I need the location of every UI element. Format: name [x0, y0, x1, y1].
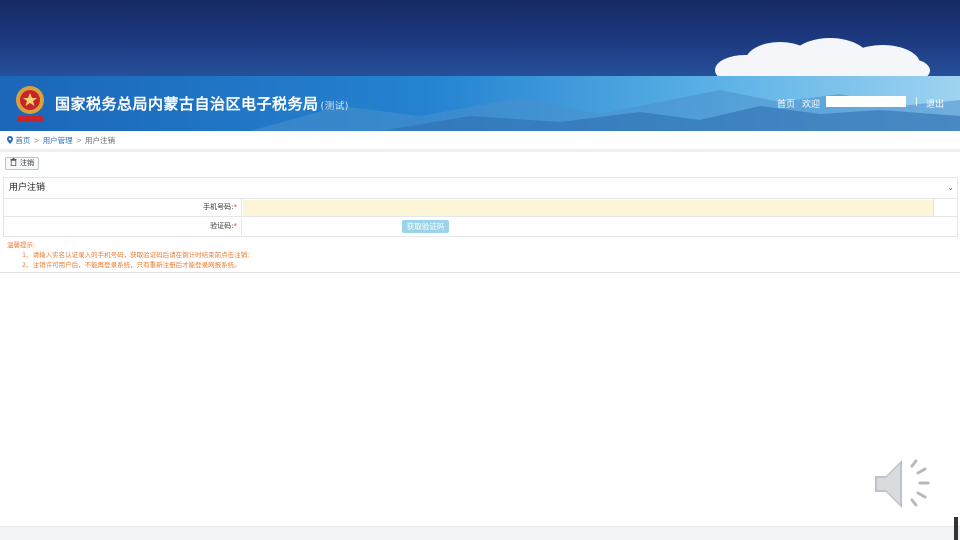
trash-icon: [10, 158, 17, 167]
required-mark: *: [233, 203, 238, 211]
phone-row: 手机号码:*: [4, 199, 957, 217]
cancel-button-label: 注销: [20, 159, 34, 167]
tax-emblem-icon: [16, 86, 44, 122]
breadcrumb-separator: >: [75, 136, 82, 145]
footer-strip: [0, 526, 960, 540]
tips-title: 温馨提示:: [7, 241, 36, 249]
welcome-text: 欢迎: [802, 100, 821, 110]
user-cancel-panel: 用户注销 ⌄ 手机号码:* 验证码:*: [3, 177, 958, 237]
cancel-account-button[interactable]: 注销: [5, 157, 39, 170]
tip-item: 1、请输入实名认证录入的手机号码，获取验证码后请在倒计时结束前点击注销;: [22, 251, 250, 259]
header-separator: |: [915, 97, 919, 107]
get-code-button[interactable]: 获取验证码: [402, 220, 449, 233]
breadcrumb-user-mgmt-link[interactable]: 用户管理: [43, 136, 73, 145]
required-mark: *: [233, 222, 238, 230]
phone-label: 手机号码:*: [4, 199, 242, 216]
phone-input[interactable]: [243, 200, 933, 216]
breadcrumb: 首页 > 用户管理 > 用户注销: [0, 131, 960, 152]
tips-section: 温馨提示: 1、请输入实名认证录入的手机号码，获取验证码后请在倒计时结束前点击注…: [7, 240, 249, 270]
code-label: 验证码:*: [4, 218, 242, 235]
scrollbar-thumb[interactable]: [954, 517, 958, 540]
home-link[interactable]: 首页: [777, 97, 795, 110]
phone-row-end-cell: [933, 199, 957, 216]
content-divider: [0, 272, 960, 273]
speaker-icon[interactable]: [870, 452, 940, 516]
code-row: 验证码:*: [4, 218, 957, 236]
breadcrumb-current: 用户注销: [84, 136, 115, 145]
chevron-down-icon[interactable]: ⌄: [947, 183, 954, 192]
breadcrumb-home-link[interactable]: 首页: [15, 136, 30, 145]
cloud-decoration: [880, 58, 930, 76]
site-title-suffix: (测试): [320, 101, 349, 112]
site-header: 国家税务总局内蒙古自治区电子税务局 (测试) 首页 欢迎 | 退出: [0, 76, 960, 131]
tip-item: 2、注销许可用户后，不能再登录系统，只有重新注册后才能登录网报系统。: [22, 261, 241, 269]
phone-label-text: 手机号码:: [203, 203, 234, 211]
location-pin-icon: [7, 136, 13, 144]
username-field: [826, 96, 906, 107]
top-banner: [0, 0, 960, 76]
site-title-text: 国家税务总局内蒙古自治区电子税务局: [55, 95, 319, 113]
logout-link[interactable]: 退出: [926, 97, 944, 110]
panel-title: 用户注销: [4, 178, 957, 199]
code-label-text: 验证码:: [210, 222, 234, 230]
breadcrumb-separator: >: [33, 136, 40, 145]
site-title: 国家税务总局内蒙古自治区电子税务局 (测试): [55, 93, 349, 114]
